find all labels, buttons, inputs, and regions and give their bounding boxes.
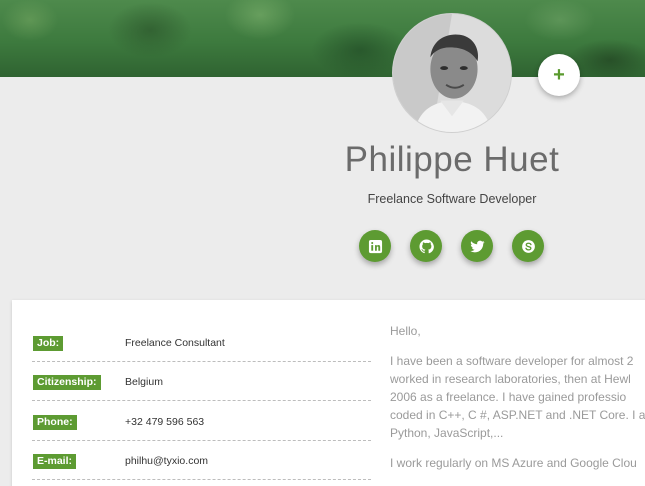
bio-paragraph: I work regularly on MS Azure and Google … (390, 456, 637, 470)
detail-row-citizenship: Citizenship: Belgium (32, 361, 371, 401)
skype-icon (521, 239, 535, 253)
linkedin-button[interactable] (359, 230, 391, 262)
detail-row-job: Job: Freelance Consultant (32, 322, 371, 362)
detail-label: Job: (33, 336, 64, 351)
bio-line: coded in C++, C #, ASP.NET and .NET Core… (390, 408, 645, 422)
bio-line: 2006 as a freelance. I have gained profe… (390, 390, 627, 404)
detail-label: Citizenship: (33, 375, 101, 390)
profile-name: Philippe Huet (344, 140, 560, 179)
github-icon (418, 238, 434, 253)
twitter-icon (469, 240, 485, 252)
bio-paragraph: I have been a software developer for alm… (390, 352, 645, 442)
twitter-button[interactable] (461, 230, 493, 262)
detail-row-email: E-mail: philhu@tyxio.com (32, 440, 371, 480)
profile-photo (393, 14, 511, 132)
github-button[interactable] (410, 230, 442, 262)
bio-greeting: Hello, (390, 324, 421, 338)
detail-label: Phone: (33, 415, 77, 430)
linkedin-icon (368, 239, 382, 253)
detail-value: Belgium (125, 376, 163, 388)
detail-value[interactable]: philhu@tyxio.com (125, 454, 208, 469)
avatar (392, 13, 512, 133)
bio-line: worked in research laboratories, then at… (390, 372, 631, 386)
detail-value[interactable]: +32 479 596 563 (125, 415, 204, 430)
bio-line: Python, JavaScript,... (390, 426, 504, 440)
add-button[interactable]: + (538, 54, 580, 96)
bio-text: Hello, I have been a software developer … (390, 322, 645, 472)
detail-value: Freelance Consultant (125, 337, 225, 349)
profile-title: Freelance Software Developer (367, 192, 537, 206)
bio-line: I have been a software developer for alm… (390, 354, 634, 368)
skype-button[interactable] (512, 230, 544, 262)
detail-row-phone: Phone: +32 479 596 563 (32, 401, 371, 441)
detail-label: E-mail: (33, 454, 77, 469)
